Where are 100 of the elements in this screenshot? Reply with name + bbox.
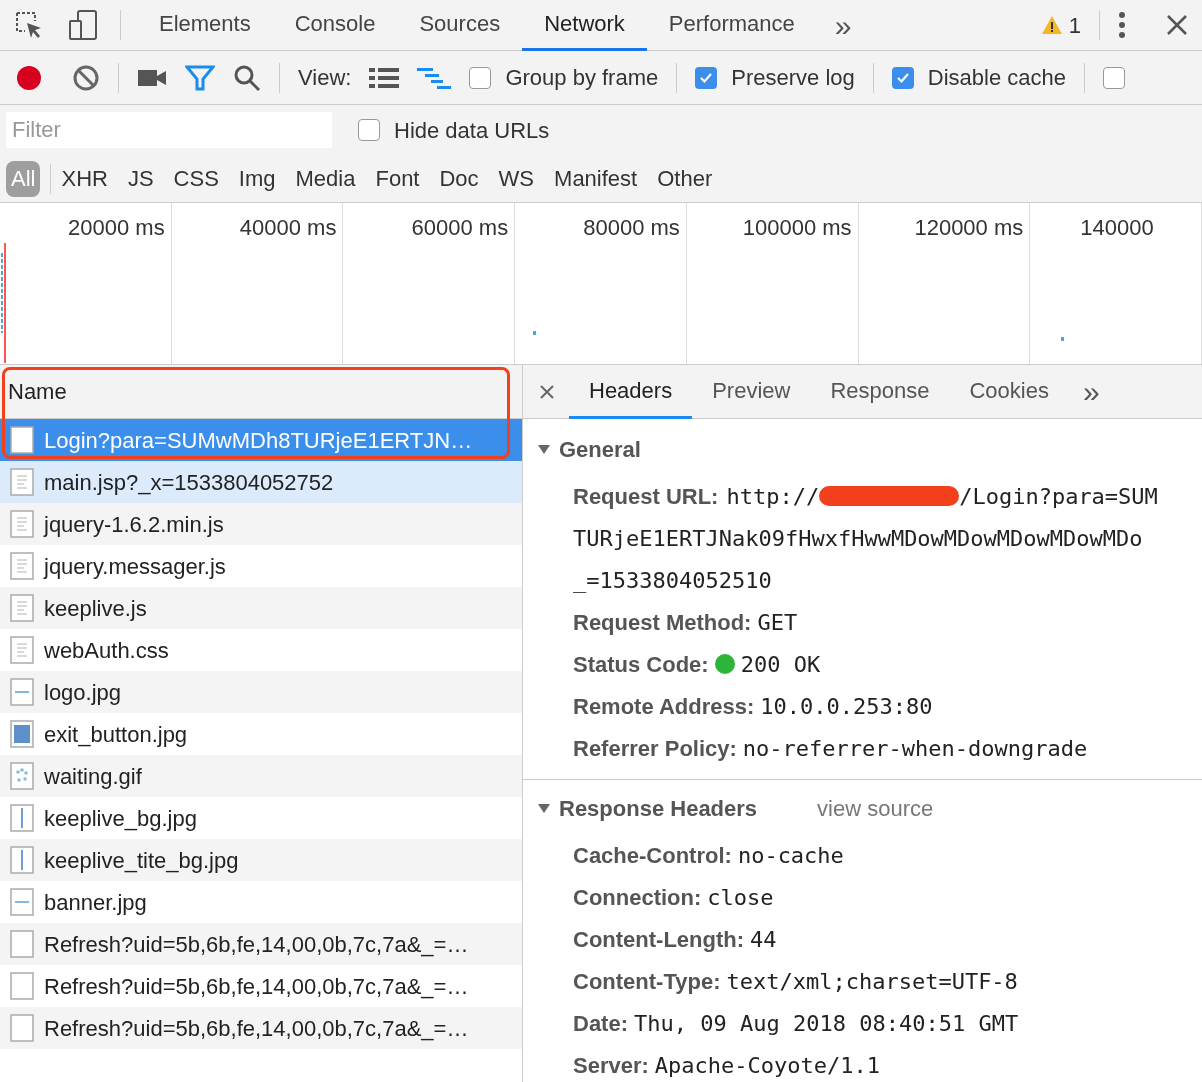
timeline-tick: 140000 bbox=[1080, 215, 1154, 240]
checkbox-label[interactable]: Disable cache bbox=[927, 61, 1066, 94]
file-icon bbox=[10, 972, 34, 1000]
detail-tab[interactable]: Preview bbox=[692, 364, 811, 419]
timeline-tick: 20000 ms bbox=[68, 215, 165, 240]
request-row[interactable]: Refresh?uid=5b,6b,fe,14,00,0b,7c,7a&_=… bbox=[0, 923, 522, 965]
type-filter[interactable]: Font bbox=[375, 160, 420, 197]
close-icon[interactable] bbox=[1166, 14, 1188, 36]
section-title[interactable]: Response Headers bbox=[559, 791, 758, 825]
triangle-icon[interactable] bbox=[537, 802, 551, 814]
file-icon bbox=[10, 762, 34, 790]
file-icon bbox=[10, 552, 34, 580]
file-icon bbox=[10, 678, 34, 706]
field-value: Thu, 09 Aug 2018 08:40:51 GMT bbox=[634, 1009, 1019, 1038]
file-icon bbox=[10, 846, 34, 874]
search-icon[interactable] bbox=[233, 63, 261, 92]
request-row[interactable]: waiting.gif bbox=[0, 755, 522, 797]
device-toolbar-icon[interactable] bbox=[68, 9, 100, 41]
checkbox-label[interactable]: Group by frame bbox=[505, 61, 659, 94]
field-label: Request URL: bbox=[573, 482, 719, 511]
field-label: Content-Length: bbox=[573, 925, 745, 954]
view-source-link[interactable]: view source bbox=[817, 791, 934, 825]
detail-tab[interactable]: Response bbox=[810, 364, 950, 419]
file-icon bbox=[10, 468, 34, 496]
column-header[interactable]: Name bbox=[8, 375, 67, 408]
warning-count: 1 bbox=[1068, 11, 1081, 40]
timeline-overview[interactable]: 20000 ms 40000 ms 60000 ms 80000 ms 100000 ms 120000 ms 140000 bbox=[0, 203, 1202, 365]
file-icon bbox=[10, 804, 34, 832]
type-filter[interactable]: Other bbox=[657, 160, 713, 197]
field-value: /Login?para=SUM bbox=[959, 482, 1158, 511]
field-value: GET bbox=[757, 608, 798, 637]
request-mark bbox=[1061, 337, 1064, 341]
more-tabs-button[interactable]: » bbox=[816, 2, 870, 48]
file-icon bbox=[10, 888, 34, 916]
field-value: http:// bbox=[726, 482, 820, 511]
request-row[interactable]: main.jsp?_x=1533804052752 bbox=[0, 461, 522, 503]
field-value: 44 bbox=[750, 925, 777, 954]
checkbox[interactable] bbox=[469, 66, 492, 89]
detail-tab[interactable]: Headers bbox=[569, 364, 693, 419]
field-value: _=1533804052510 bbox=[573, 566, 772, 595]
type-filter[interactable]: JS bbox=[127, 160, 154, 197]
more-tabs-button[interactable]: » bbox=[1068, 369, 1114, 414]
warning-counter[interactable]: 1 bbox=[1040, 8, 1081, 42]
checkbox[interactable] bbox=[891, 66, 914, 89]
field-value: text/xml;charset=UTF-8 bbox=[726, 967, 1018, 996]
checkbox[interactable] bbox=[1102, 66, 1125, 89]
timeline-tick: 60000 ms bbox=[411, 215, 509, 240]
panel-tab[interactable]: Sources bbox=[397, 0, 523, 51]
file-icon bbox=[10, 510, 34, 538]
type-filter[interactable]: Media bbox=[295, 160, 356, 197]
type-filter[interactable]: Manifest bbox=[554, 160, 638, 197]
type-filter[interactable]: Img bbox=[238, 160, 276, 197]
more-options-icon[interactable] bbox=[1118, 11, 1126, 39]
filter-field[interactable]: Filter bbox=[6, 112, 332, 148]
field-value: 10.0.0.253:80 bbox=[760, 692, 933, 721]
timeline-tick: 40000 ms bbox=[239, 215, 337, 240]
field-label: Status Code: bbox=[573, 650, 709, 679]
field-value: no-referrer-when-downgrade bbox=[742, 734, 1088, 763]
panel-tab[interactable]: Performance bbox=[646, 0, 817, 51]
view-label: View: bbox=[298, 64, 352, 92]
detail-tab[interactable]: Cookies bbox=[949, 364, 1069, 419]
field-label: Request Method: bbox=[573, 608, 752, 637]
timeline-tick: 80000 ms bbox=[583, 215, 680, 240]
waterfall-view-icon[interactable] bbox=[417, 66, 452, 89]
clear-icon[interactable] bbox=[72, 63, 100, 92]
field-label: Content-Type: bbox=[573, 967, 721, 996]
panel-tab[interactable]: Elements bbox=[137, 0, 273, 51]
timeline-tick: 120000 ms bbox=[914, 215, 1024, 240]
type-filter[interactable]: WS bbox=[498, 160, 535, 197]
request-row[interactable]: Refresh?uid=5b,6b,fe,14,00,0b,7c,7a&_=… bbox=[0, 1007, 522, 1049]
request-row[interactable]: keeplive.js bbox=[0, 587, 522, 629]
warning-icon bbox=[1040, 15, 1063, 35]
type-filter[interactable]: CSS bbox=[173, 160, 219, 197]
field-value: Apache-Coyote/1.1 bbox=[654, 1051, 880, 1080]
request-row[interactable]: jquery-1.6.2.min.js bbox=[0, 503, 522, 545]
field-label: Referrer Policy: bbox=[573, 734, 737, 763]
field-label: Connection: bbox=[573, 883, 702, 912]
checkbox-label[interactable]: Preserve log bbox=[731, 61, 855, 94]
timeline-tick: 100000 ms bbox=[742, 215, 852, 240]
file-icon bbox=[10, 720, 34, 748]
request-row[interactable]: keeplive_tite_bg.jpg bbox=[0, 839, 522, 881]
checkbox-label[interactable]: Hide data URLs bbox=[394, 113, 550, 147]
panel-tab[interactable]: Console bbox=[272, 0, 398, 51]
type-filter[interactable]: Doc bbox=[439, 160, 479, 197]
file-icon bbox=[10, 426, 34, 454]
field-label: Cache-Control: bbox=[573, 841, 732, 870]
field-value: close bbox=[707, 883, 774, 912]
field-value: no-cache bbox=[737, 841, 844, 870]
checkbox[interactable] bbox=[358, 119, 380, 141]
filter-icon[interactable] bbox=[185, 64, 215, 91]
type-filter[interactable]: XHR bbox=[61, 160, 108, 197]
field-label: Date: bbox=[573, 1009, 628, 1038]
field-value: TURjeE1ERTJNak09fHwxfHwwMDowMDowMDowMDowMDo bbox=[573, 524, 1143, 553]
request-row[interactable]: logo.jpg bbox=[0, 671, 522, 713]
section-title[interactable]: General bbox=[559, 432, 641, 466]
triangle-icon[interactable] bbox=[537, 443, 551, 455]
field-label: Remote Address: bbox=[573, 692, 755, 721]
checkbox[interactable] bbox=[695, 66, 718, 89]
list-view-icon[interactable] bbox=[369, 66, 400, 89]
close-icon[interactable] bbox=[539, 383, 555, 400]
